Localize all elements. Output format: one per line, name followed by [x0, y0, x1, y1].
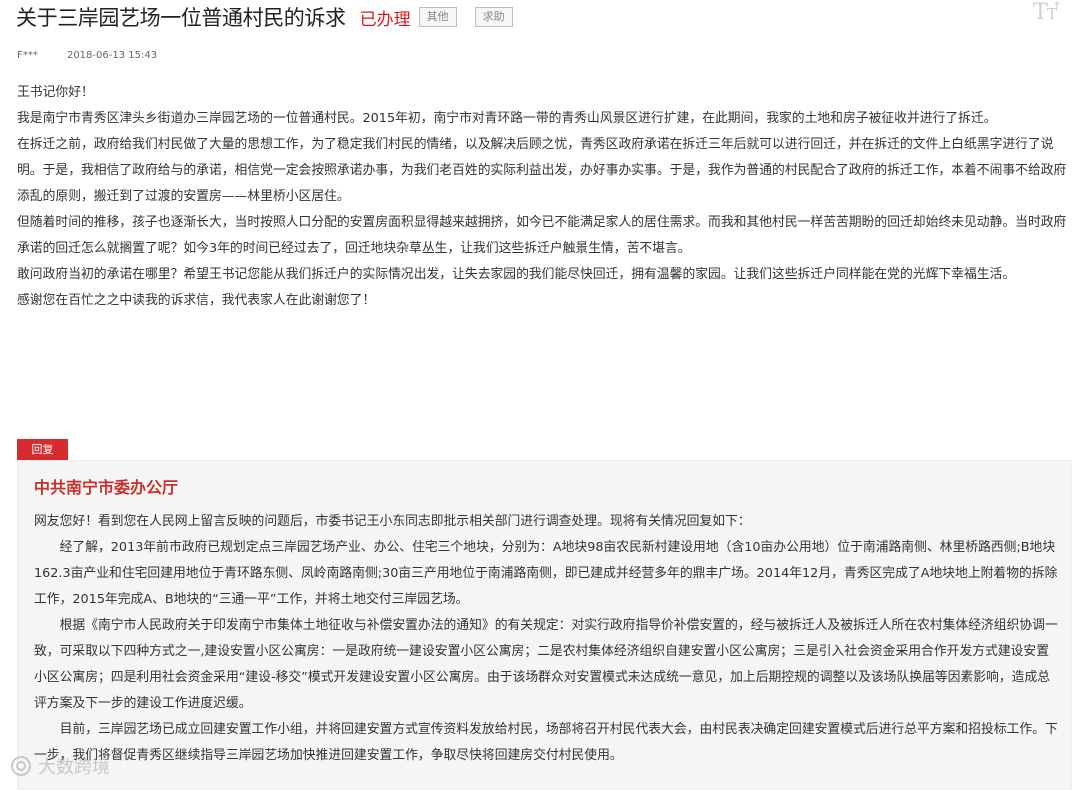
watermark-text: 大数跨境	[38, 757, 110, 778]
font-size-icon[interactable]: T T	[1032, 0, 1062, 25]
status-label: 已办理	[359, 9, 411, 30]
reply-org-name: 中共南宁市委办公厅	[34, 478, 179, 497]
post-title: 关于三岸园艺场一位普通村民的诉求	[16, 6, 346, 30]
letter-paragraph: 我是南宁市青秀区津头乡街道办三岸园艺场的一位普通村民。2015年初，南宁市对青环…	[17, 111, 997, 126]
tag-other[interactable]: 其他	[418, 7, 457, 27]
letter-paragraph: 但随着时间的推移，孩子也逐渐长大，当时按照人口分配的安置房面积显得越来越拥挤，如…	[17, 215, 1067, 256]
tag-help[interactable]: 求助	[474, 7, 513, 27]
watermark-logo-icon	[11, 756, 31, 776]
author-name: F***	[17, 50, 38, 61]
reply-paragraph: 根据《南宁市人民政府关于印发南宁市集体土地征收与补偿安置办法的通知》的有关规定：…	[34, 618, 1058, 711]
post-date: 2018-06-13 15:43	[66, 50, 158, 61]
letter-paragraph: 在拆迁之前，政府给我们村民做了大量的思想工作，为了稳定我们村民的情绪，以及解决后…	[17, 137, 1067, 204]
reply-box: 中共南宁市委办公厅 网友您好！看到您在人民网上留言反映的问题后，市委书记王小东同…	[17, 460, 1072, 790]
letter-paragraph: 王书记你好！	[17, 85, 94, 100]
reply-badge: 回复	[17, 439, 68, 460]
post-meta: F*** 2018-06-13 15:43	[17, 50, 157, 61]
letter-paragraph: 敢问政府当初的承诺在哪里？希望王书记您能从我们拆迁户的实际情况出发，让失去家园的…	[17, 267, 1016, 282]
letter-body: 王书记你好！ 我是南宁市青秀区津头乡街道办三岸园艺场的一位普通村民。2015年初…	[17, 80, 1074, 314]
post-header: 关于三岸园艺场一位普通村民的诉求 已办理 其他 求助	[16, 0, 1080, 34]
reply-body: 网友您好！看到您在人民网上留言反映的问题后，市委书记王小东同志即批示相关部门进行…	[34, 509, 1058, 769]
reply-paragraph: 目前，三岸园艺场已成立回建安置工作小组，并将回建安置方式宣传资料发放给村民，场部…	[34, 722, 1058, 763]
svg-text:T: T	[1033, 0, 1048, 22]
svg-text:T: T	[1047, 5, 1057, 22]
watermark: 大数跨境	[10, 753, 110, 779]
letter-paragraph: 感谢您在百忙之之中读我的诉求信，我代表家人在此谢谢您了！	[17, 293, 376, 308]
reply-paragraph: 经了解，2013年前市政府已规划定点三岸园艺场产业、办公、住宅三个地块，分别为：…	[34, 540, 1058, 607]
reply-greeting: 网友您好！看到您在人民网上留言反映的问题后，市委书记王小东同志即批示相关部门进行…	[34, 514, 751, 529]
